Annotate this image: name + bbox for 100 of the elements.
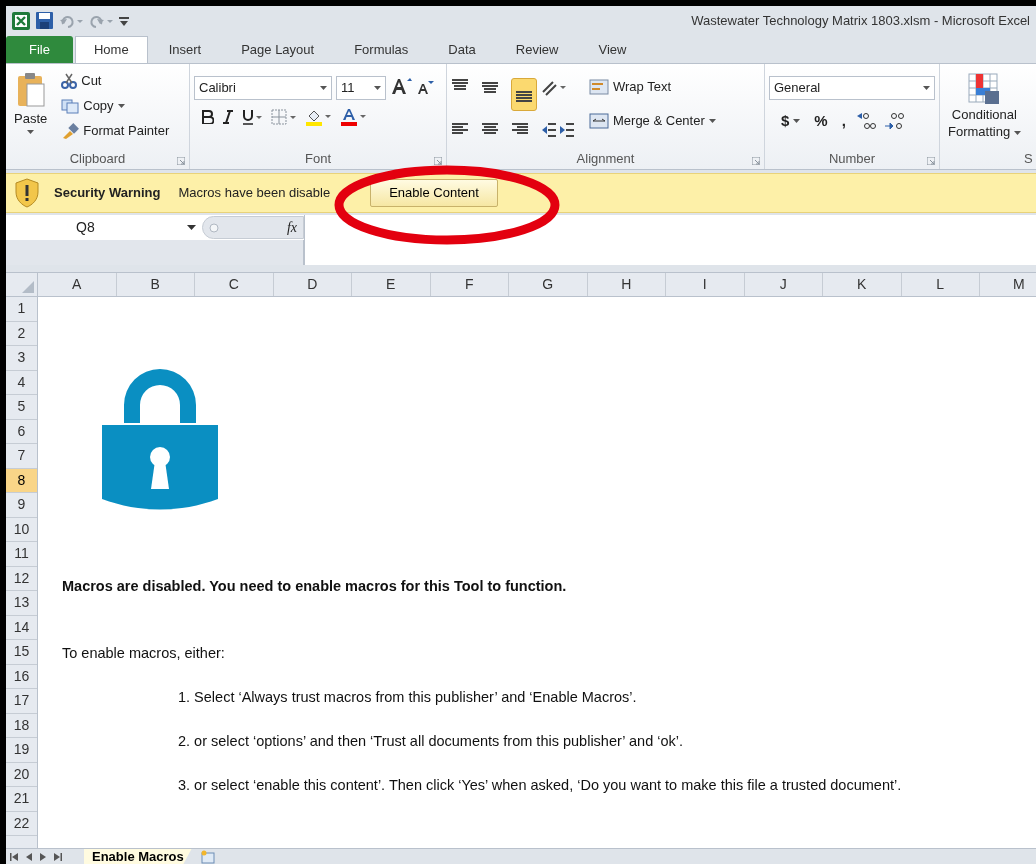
- format-painter-button[interactable]: Format Painter: [57, 120, 174, 142]
- merge-cells-icon: [589, 113, 609, 129]
- conditional-formatting-button[interactable]: Conditional Formatting: [944, 70, 1025, 149]
- dialog-launcher-icon[interactable]: [927, 157, 935, 165]
- bottom-align-button[interactable]: [511, 78, 537, 111]
- number-format-field[interactable]: General: [769, 76, 935, 100]
- row-header[interactable]: 8: [6, 468, 37, 493]
- italic-icon[interactable]: [223, 110, 233, 124]
- customize-menu-icon[interactable]: [119, 14, 129, 27]
- dropdown-caret-icon: [27, 130, 35, 134]
- row-header[interactable]: 9: [6, 493, 37, 518]
- column-header[interactable]: D: [273, 273, 352, 296]
- insert-function-button[interactable]: fx: [286, 217, 297, 238]
- row-header[interactable]: 6: [6, 419, 37, 444]
- table-icon: [967, 72, 1002, 106]
- column-header[interactable]: L: [901, 273, 980, 296]
- grow-font-icon[interactable]: [390, 76, 412, 96]
- decrease-decimal-icon[interactable]: [883, 111, 906, 131]
- row-header[interactable]: 10: [6, 517, 37, 542]
- dialog-launcher-icon[interactable]: [177, 157, 185, 165]
- copy-button[interactable]: Copy: [57, 95, 174, 117]
- ribbon-tab[interactable]: Data: [429, 36, 495, 63]
- font-color-icon[interactable]: [341, 108, 367, 126]
- fill-color-icon[interactable]: [306, 108, 332, 126]
- dialog-launcher-icon[interactable]: [752, 157, 760, 165]
- increase-decimal-icon[interactable]: [855, 111, 878, 131]
- file-tab[interactable]: File: [6, 36, 73, 63]
- row-header[interactable]: 7: [6, 444, 37, 469]
- save-icon[interactable]: [36, 12, 53, 29]
- ribbon-tab[interactable]: Insert: [149, 36, 221, 63]
- last-sheet-icon[interactable]: [54, 852, 62, 861]
- row-header[interactable]: 5: [6, 395, 37, 420]
- row-header[interactable]: 12: [6, 566, 37, 591]
- paintbrush-icon: [61, 123, 80, 139]
- dialog-launcher-icon[interactable]: [434, 157, 442, 165]
- ribbon-tab[interactable]: View: [579, 36, 646, 63]
- sheet-tab[interactable]: Enable Macros: [84, 848, 192, 864]
- underline-icon[interactable]: [242, 109, 262, 125]
- row-header[interactable]: 3: [6, 346, 37, 371]
- column-header[interactable]: B: [116, 273, 195, 296]
- row-header[interactable]: 20: [6, 762, 37, 787]
- name-box[interactable]: Q8: [6, 215, 202, 240]
- percent-button[interactable]: %: [810, 110, 832, 132]
- font-size-field[interactable]: 11: [336, 76, 386, 100]
- bold-icon[interactable]: [202, 110, 214, 124]
- row-header[interactable]: 1: [6, 297, 37, 322]
- row-header[interactable]: 22: [6, 811, 37, 836]
- warning-title: Security Warning: [54, 184, 161, 203]
- column-header[interactable]: M: [980, 273, 1036, 296]
- column-header[interactable]: K: [823, 273, 902, 296]
- next-sheet-icon[interactable]: [40, 852, 46, 861]
- dropdown-caret-icon: [793, 119, 801, 123]
- row-header[interactable]: 4: [6, 370, 37, 395]
- ribbon-tab[interactable]: Page Layout: [222, 36, 334, 63]
- indent-icons[interactable]: [541, 120, 575, 139]
- column-header[interactable]: C: [195, 273, 274, 296]
- column-header[interactable]: A: [38, 273, 117, 296]
- copy-icon: [61, 98, 80, 114]
- previous-sheet-icon[interactable]: [26, 852, 32, 861]
- comma-button[interactable]: ,: [837, 110, 850, 132]
- font-name-field[interactable]: Calibri: [194, 76, 332, 100]
- row-header[interactable]: 11: [6, 542, 37, 567]
- clipboard-icon: [16, 72, 45, 108]
- dropdown-caret-icon: [708, 119, 716, 123]
- row-header[interactable]: 19: [6, 738, 37, 763]
- column-header[interactable]: E: [352, 273, 431, 296]
- group-label: S: [1024, 150, 1033, 169]
- column-header[interactable]: I: [666, 273, 745, 296]
- ribbon-tab[interactable]: Review: [496, 36, 578, 63]
- text-orientation-icon[interactable]: [541, 78, 567, 96]
- dropdown-caret-icon: [320, 86, 327, 90]
- instruction-step: 3. or select ‘enable this content’. Then click ‘Yes’ when asked, ‘Do you want to make this file a trusted document’.: [178, 775, 902, 797]
- row-header[interactable]: 14: [6, 615, 37, 640]
- row-header[interactable]: 16: [6, 664, 37, 689]
- wrap-text-icon: [589, 79, 609, 95]
- paste-button[interactable]: Paste: [10, 70, 52, 149]
- row-header[interactable]: 21: [6, 787, 37, 812]
- group-label: Alignment: [576, 150, 635, 169]
- row-header[interactable]: 17: [6, 689, 37, 714]
- row-header[interactable]: 13: [6, 591, 37, 616]
- first-sheet-icon[interactable]: [10, 852, 18, 861]
- column-header[interactable]: F: [430, 273, 509, 296]
- dropdown-caret-icon: [187, 225, 196, 230]
- ribbon-tab[interactable]: Home: [74, 36, 148, 63]
- wrap-text-button[interactable]: Wrap Text: [585, 76, 720, 98]
- row-header[interactable]: 2: [6, 321, 37, 346]
- column-header[interactable]: G: [509, 273, 588, 296]
- enable-content-button[interactable]: Enable Content: [370, 179, 498, 207]
- currency-button[interactable]: $: [777, 110, 805, 132]
- column-header[interactable]: J: [744, 273, 823, 296]
- dropdown-caret-icon: [923, 86, 930, 90]
- row-header[interactable]: 15: [6, 640, 37, 665]
- column-header[interactable]: H: [587, 273, 666, 296]
- merge-center-button[interactable]: Merge & Center: [585, 110, 720, 132]
- ribbon-tab[interactable]: Formulas: [335, 36, 428, 63]
- excel-logo-icon[interactable]: [12, 11, 30, 30]
- row-header[interactable]: 18: [6, 713, 37, 738]
- group-label: Number: [828, 150, 876, 169]
- cut-button[interactable]: Cut: [57, 70, 174, 92]
- dropdown-caret-icon: [117, 104, 125, 108]
